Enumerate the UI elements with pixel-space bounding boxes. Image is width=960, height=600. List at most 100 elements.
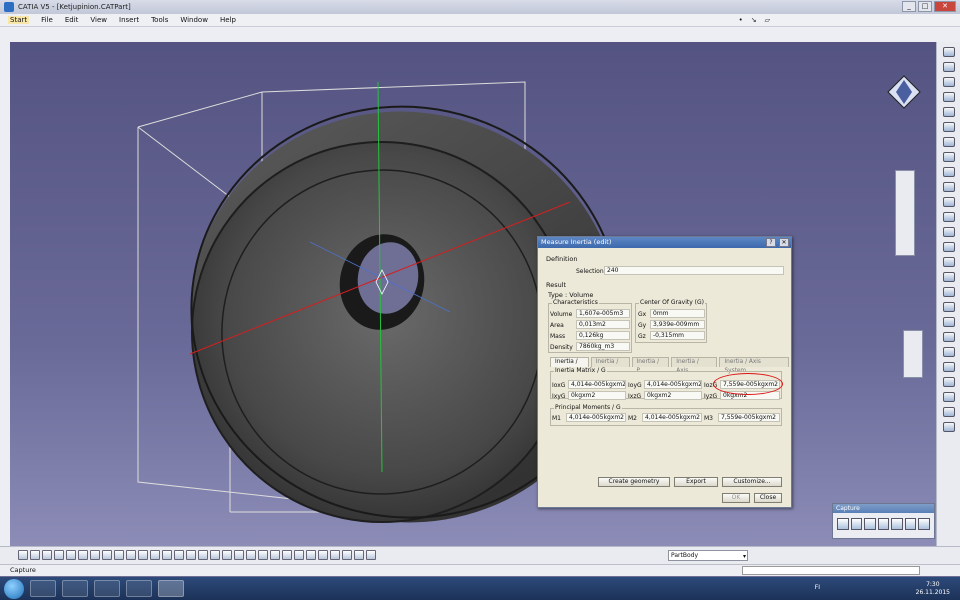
measure-icon[interactable] [162, 550, 172, 560]
open-icon[interactable] [30, 550, 40, 560]
hide-show-icon[interactable] [294, 550, 304, 560]
camera-icon[interactable] [891, 518, 903, 530]
tab-inertia-p[interactable]: Inertia / P [631, 357, 670, 374]
publish-icon[interactable] [366, 550, 376, 560]
fly-icon[interactable] [186, 550, 196, 560]
sketch-icon[interactable] [342, 550, 352, 560]
dialog-close-x-button[interactable]: ✕ [779, 238, 789, 247]
tool-icon-2[interactable] [942, 62, 955, 72]
menu-window[interactable]: Window [180, 16, 208, 24]
eraser-icon[interactable]: ▱ [765, 16, 770, 24]
tool-icon-15[interactable] [942, 257, 955, 267]
tool-icon-11[interactable] [942, 197, 955, 207]
tool-icon-1[interactable] [942, 47, 955, 57]
minimize-button[interactable]: _ [902, 1, 916, 12]
comment-icon[interactable] [150, 550, 160, 560]
tool-icon-14[interactable] [942, 242, 955, 252]
menu-file[interactable]: File [41, 16, 53, 24]
zoom-out-icon[interactable] [246, 550, 256, 560]
tool-icon-3[interactable] [942, 77, 955, 87]
save-icon[interactable] [42, 550, 52, 560]
tab-inertia-axis-system[interactable]: Inertia / Axis System [719, 357, 789, 374]
3d-viewport[interactable] [10, 42, 936, 546]
selection-value[interactable]: 240 [604, 266, 784, 275]
menu-insert[interactable]: Insert [119, 16, 139, 24]
tool-icon-23[interactable] [942, 377, 955, 387]
compass-icon[interactable] [884, 72, 924, 112]
tool-icon-25[interactable] [942, 407, 955, 417]
tool-icon-12[interactable] [942, 212, 955, 222]
tool-icon-4[interactable] [942, 92, 955, 102]
pointer-icon[interactable]: • [739, 16, 743, 24]
options-icon[interactable] [918, 518, 931, 530]
tool-icon-21[interactable] [942, 347, 955, 357]
explorer-app-icon[interactable] [94, 580, 120, 597]
tool-icon-17[interactable] [942, 287, 955, 297]
menu-tools[interactable]: Tools [151, 16, 168, 24]
pocket-icon[interactable] [330, 550, 340, 560]
export-button[interactable]: Export [674, 477, 718, 487]
tool-icon-9[interactable] [942, 167, 955, 177]
menu-view[interactable]: View [90, 16, 107, 24]
maximize-button[interactable]: □ [918, 1, 932, 12]
tool-icon-19[interactable] [942, 317, 955, 327]
tool-icon-8[interactable] [942, 152, 955, 162]
record-icon[interactable] [837, 518, 849, 530]
paste-icon[interactable] [90, 550, 100, 560]
tool-icon-18[interactable] [942, 302, 955, 312]
select-icon[interactable] [850, 518, 863, 530]
tab-inertia-axis[interactable]: Inertia / Axis [671, 357, 718, 374]
tab-inertia-g[interactable]: Inertia / G [550, 357, 589, 374]
catia-task-icon[interactable] [158, 580, 184, 597]
floating-toolbar-c[interactable] [903, 330, 923, 378]
zoom-in-icon[interactable] [234, 550, 244, 560]
formula-icon[interactable] [138, 550, 148, 560]
tool-icon-22[interactable] [942, 362, 955, 372]
iso-view-icon[interactable] [270, 550, 280, 560]
print-icon[interactable] [54, 550, 64, 560]
tool-icon-6[interactable] [942, 122, 955, 132]
redo-icon[interactable] [114, 550, 124, 560]
word-app-icon[interactable] [126, 580, 152, 597]
close-window-button[interactable]: ✕ [934, 1, 956, 12]
cut-icon[interactable] [66, 550, 76, 560]
swap-icon[interactable] [306, 550, 316, 560]
menu-help[interactable]: Help [220, 16, 236, 24]
command-input[interactable] [742, 566, 920, 575]
image-icon[interactable] [904, 518, 917, 530]
close-button[interactable]: Close [754, 493, 782, 503]
tool-icon-10[interactable] [942, 182, 955, 192]
menu-edit[interactable]: Edit [65, 16, 79, 24]
pan-icon[interactable] [210, 550, 220, 560]
undo-icon[interactable] [102, 550, 112, 560]
normal-view-icon[interactable] [258, 550, 268, 560]
copy-icon[interactable] [78, 550, 88, 560]
outlook-app-icon[interactable] [62, 580, 88, 597]
tool-icon-7[interactable] [942, 137, 955, 147]
ie-app-icon[interactable] [30, 580, 56, 597]
album-icon[interactable] [877, 518, 890, 530]
dialog-help-button[interactable]: ? [766, 238, 776, 247]
partbody-select[interactable]: PartBody ▾ [668, 550, 748, 561]
tool-icon-5[interactable] [942, 107, 955, 117]
capture-icon[interactable] [864, 518, 876, 530]
shading-icon[interactable] [282, 550, 292, 560]
plane-icon[interactable] [354, 550, 364, 560]
tool-icon-20[interactable] [942, 332, 955, 342]
floating-toolbar-b[interactable] [895, 170, 915, 256]
menu-start[interactable]: Start [8, 16, 30, 24]
customize-button[interactable]: Customize... [722, 477, 782, 487]
rotate-icon[interactable] [222, 550, 232, 560]
help-icon[interactable] [126, 550, 136, 560]
language-indicator[interactable]: FI [815, 584, 820, 591]
tool-icon-24[interactable] [942, 392, 955, 402]
fit-all-icon[interactable] [198, 550, 208, 560]
clock[interactable]: 7:30 26.11.2015 [916, 581, 950, 597]
tool-icon-16[interactable] [942, 272, 955, 282]
tab-inertia-o[interactable]: Inertia / O [590, 357, 630, 374]
pad-icon[interactable] [318, 550, 328, 560]
windows-start-icon[interactable] [4, 579, 24, 599]
ok-button[interactable]: OK [722, 493, 750, 503]
tool-icon-13[interactable] [942, 227, 955, 237]
new-icon[interactable] [18, 550, 28, 560]
